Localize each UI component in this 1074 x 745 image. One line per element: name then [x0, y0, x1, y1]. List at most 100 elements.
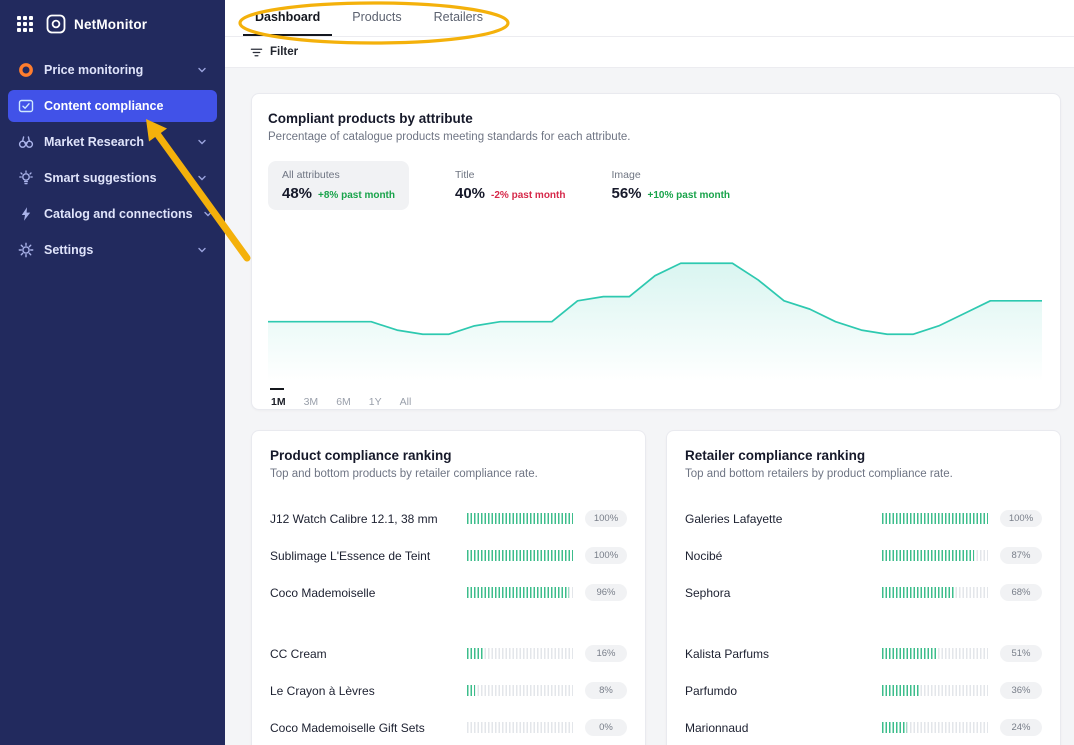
- compliance-trend-chart: [268, 232, 1042, 382]
- card-title: Compliant products by attribute: [268, 111, 1042, 126]
- ranking-item-name: Sublimage L'Essence de Teint: [270, 549, 467, 563]
- compliance-bar: [882, 550, 988, 561]
- ranking-row: Le Crayon à Lèvres 8%: [270, 672, 627, 709]
- range-3m[interactable]: 3M: [303, 388, 320, 410]
- compliance-bar-fill: [882, 587, 954, 598]
- ranking-item-name: CC Cream: [270, 647, 467, 661]
- compliance-bar-fill: [882, 722, 907, 733]
- percent-badge: 96%: [585, 584, 627, 601]
- percent-badge: 8%: [585, 682, 627, 699]
- ranking-row: Galeries Lafayette 100%: [685, 500, 1042, 537]
- product-ranking-card: Product compliance ranking Top and botto…: [251, 430, 646, 745]
- filter-icon: [250, 46, 263, 59]
- card-subtitle: Percentage of catalogue products meeting…: [268, 131, 1042, 143]
- product-ranking-list: J12 Watch Calibre 12.1, 38 mm100%Sublima…: [270, 500, 627, 745]
- compliance-bar: [467, 722, 573, 733]
- sidebar-item-settings[interactable]: Settings: [8, 234, 217, 266]
- card-title: Retailer compliance ranking: [685, 448, 1042, 463]
- sidebar-item-catalog-connections[interactable]: Catalog and connections: [8, 198, 217, 230]
- percent-badge: 24%: [1000, 719, 1042, 736]
- percent-badge: 0%: [585, 719, 627, 736]
- compliance-bar: [467, 587, 573, 598]
- stat-label: Title: [455, 169, 565, 181]
- time-range-selector: 1M 3M 6M 1Y All: [268, 388, 1042, 410]
- stat-label: Image: [611, 169, 730, 181]
- compliance-bar: [882, 587, 988, 598]
- stat-image[interactable]: Image56%+10% past month: [611, 161, 730, 210]
- ranking-row: CC Cream16%: [270, 635, 627, 672]
- range-1m[interactable]: 1M: [270, 388, 287, 410]
- range-6m[interactable]: 6M: [335, 388, 352, 410]
- ranking-item-name: Parfumdo: [685, 684, 882, 698]
- ranking-row: J12 Watch Calibre 12.1, 38 mm100%: [270, 500, 627, 537]
- compliance-bar-fill: [882, 513, 988, 524]
- stat-value: 48%: [282, 185, 312, 202]
- sidebar-item-label: Content compliance: [44, 99, 163, 113]
- percent-badge: 68%: [1000, 584, 1042, 601]
- apps-grid-icon[interactable]: [16, 15, 34, 33]
- compliance-bar-fill: [467, 587, 569, 598]
- attribute-stats: All attributes48%+8% past monthTitle40%-…: [268, 161, 1042, 210]
- tab-products[interactable]: Products: [340, 0, 413, 36]
- retailer-ranking-list: Galeries Lafayette 100% Nocibé87% Sephora 68…: [685, 500, 1042, 745]
- compliance-bar-fill: [467, 685, 475, 696]
- percent-badge: 51%: [1000, 645, 1042, 662]
- compliance-bar-fill: [882, 648, 936, 659]
- ranking-item-name: Le Crayon à Lèvres: [270, 684, 467, 698]
- card-title: Product compliance ranking: [270, 448, 627, 463]
- sidebar-nav: Price monitoring Content compliance Market…: [0, 50, 225, 270]
- top-group: J12 Watch Calibre 12.1, 38 mm100%Sublima…: [270, 500, 627, 611]
- ranking-row: Parfumdo36%: [685, 672, 1042, 709]
- stat-label: All attributes: [282, 169, 395, 181]
- chevron-down-icon: [197, 245, 207, 255]
- sidebar-item-label: Settings: [44, 243, 93, 257]
- ranking-item-name: Galeries Lafayette: [685, 512, 882, 526]
- catalog-connections-icon: [18, 206, 34, 222]
- app-logo[interactable]: NetMonitor: [46, 14, 147, 34]
- ranking-row: Kalista Parfums 51%: [685, 635, 1042, 672]
- ranking-item-name: Coco Mademoiselle: [270, 586, 467, 600]
- sidebar-header: NetMonitor: [0, 0, 225, 50]
- sidebar: NetMonitor Price monitoring Content compl…: [0, 0, 225, 745]
- stat-all-attributes[interactable]: All attributes48%+8% past month: [268, 161, 409, 210]
- sidebar-item-label: Market Research: [44, 135, 144, 149]
- ranking-row: Coco Mademoiselle 96%: [270, 574, 627, 611]
- compliance-bar: [467, 550, 573, 561]
- settings-icon: [18, 242, 34, 258]
- sidebar-item-label: Catalog and connections: [44, 207, 193, 221]
- ranking-row: Sephora 68%: [685, 574, 1042, 611]
- compliance-bar: [882, 513, 988, 524]
- app-title: NetMonitor: [74, 17, 147, 32]
- app-root: NetMonitor Price monitoring Content compl…: [0, 0, 1074, 745]
- chart-wrap: [268, 232, 1042, 382]
- sidebar-item-content-compliance[interactable]: Content compliance: [8, 90, 217, 122]
- sidebar-item-price-monitoring[interactable]: Price monitoring: [8, 54, 217, 86]
- compliance-bar: [467, 648, 573, 659]
- tab-dashboard[interactable]: Dashboard: [243, 0, 332, 36]
- stat-title[interactable]: Title40%-2% past month: [455, 161, 565, 210]
- top-group: Galeries Lafayette 100% Nocibé87% Sephora 68…: [685, 500, 1042, 611]
- sidebar-item-label: Smart suggestions: [44, 171, 157, 185]
- card-subtitle: Top and bottom retailers by product comp…: [685, 468, 1042, 480]
- content-compliance-icon: [18, 98, 34, 114]
- filter-bar: Filter: [225, 37, 1074, 68]
- stat-value: 40%: [455, 185, 485, 202]
- ranking-item-name: Sephora: [685, 586, 882, 600]
- filter-button[interactable]: Filter: [270, 46, 298, 58]
- sidebar-item-smart-suggestions[interactable]: Smart suggestions: [8, 162, 217, 194]
- chevron-down-icon: [197, 65, 207, 75]
- compliance-bar-fill: [882, 550, 974, 561]
- ranking-row: Coco Mademoiselle Gift Sets0%: [270, 709, 627, 745]
- ranking-item-name: Kalista Parfums: [685, 647, 882, 661]
- sidebar-item-market-research[interactable]: Market Research: [8, 126, 217, 158]
- range-1y[interactable]: 1Y: [368, 388, 383, 410]
- percent-badge: 100%: [1000, 510, 1042, 527]
- range-all[interactable]: All: [399, 388, 413, 410]
- tab-retailers[interactable]: Retailers: [422, 0, 495, 36]
- ranking-row: Sublimage L'Essence de Teint100%: [270, 537, 627, 574]
- stat-value: 56%: [611, 185, 641, 202]
- chevron-down-icon: [203, 209, 213, 219]
- smart-suggestions-icon: [18, 170, 34, 186]
- ranking-row: Nocibé87%: [685, 537, 1042, 574]
- dashboard-main: Compliant products by attribute Percenta…: [225, 68, 1074, 745]
